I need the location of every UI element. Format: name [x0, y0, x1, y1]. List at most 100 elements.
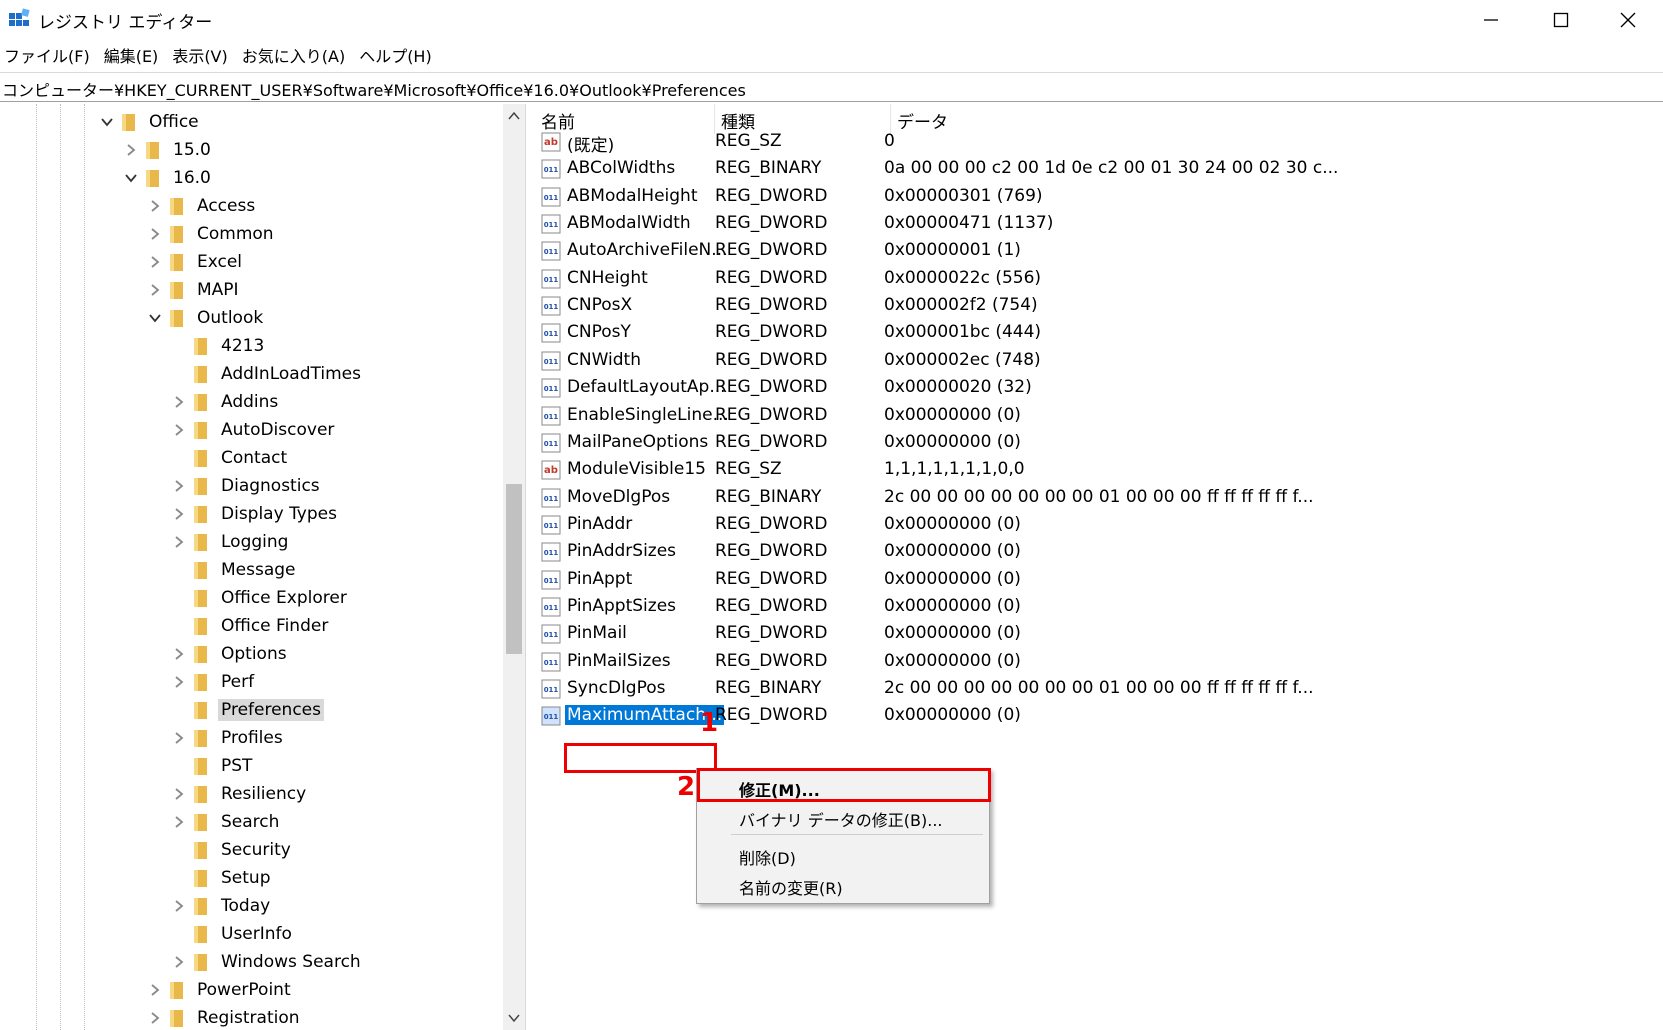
- value-row[interactable]: 011 CNWidth REG_DWORD 0x000002ec (748): [535, 347, 1663, 376]
- tree-item-office-explorer[interactable]: Office Explorer: [171, 584, 350, 612]
- chevron-right-icon[interactable]: [171, 730, 187, 746]
- chevron-right-icon[interactable]: [171, 814, 187, 830]
- tree-item-resiliency[interactable]: Resiliency: [171, 780, 309, 808]
- value-row[interactable]: 011 CNPosY REG_DWORD 0x000001bc (444): [535, 319, 1663, 348]
- chevron-right-icon[interactable]: [147, 254, 163, 270]
- menu-item-rename[interactable]: 名前の変更(R): [739, 875, 843, 899]
- value-row[interactable]: 011 ABColWidths REG_BINARY 0a 00 00 00 c2 0…: [535, 155, 1663, 184]
- chevron-right-icon[interactable]: [171, 786, 187, 802]
- menu-help[interactable]: ヘルプ(H): [359, 43, 432, 67]
- chevron-right-icon[interactable]: [171, 478, 187, 494]
- tree-item-search[interactable]: Search: [171, 808, 282, 836]
- value-row[interactable]: 011 PinMail REG_DWORD 0x00000000 (0): [535, 620, 1663, 649]
- value-row[interactable]: 011 MailPaneOptions REG_DWORD 0x00000000 (0…: [535, 429, 1663, 458]
- menu-item-modify-binary[interactable]: バイナリ データの修正(B)...: [739, 807, 943, 831]
- tree-item-access[interactable]: Access: [147, 192, 258, 220]
- value-row[interactable]: 011 ABModalWidth REG_DWORD 0x00000471 (1137…: [535, 210, 1663, 239]
- chevron-right-icon[interactable]: [147, 198, 163, 214]
- chevron-right-icon[interactable]: [171, 674, 187, 690]
- tree-item-registration[interactable]: Registration: [147, 1004, 303, 1030]
- chevron-right-icon[interactable]: [171, 898, 187, 914]
- tree-item-windows-search[interactable]: Windows Search: [171, 948, 364, 976]
- tree-item-outlook[interactable]: Outlook: [147, 304, 266, 332]
- value-row[interactable]: 011 CNHeight REG_DWORD 0x0000022c (556): [535, 265, 1663, 294]
- chevron-right-icon[interactable]: [147, 982, 163, 998]
- value-row[interactable]: 011 ABModalHeight REG_DWORD 0x00000301 (769…: [535, 183, 1663, 212]
- tree-item-common[interactable]: Common: [147, 220, 277, 248]
- value-data: 0x00000000 (0): [884, 513, 1021, 534]
- pane-splitter[interactable]: [525, 104, 535, 1030]
- chevron-right-icon[interactable]: [147, 282, 163, 298]
- chevron-right-icon[interactable]: [147, 1010, 163, 1026]
- chevron-right-icon[interactable]: [171, 394, 187, 410]
- value-name: ABModalHeight: [567, 185, 698, 206]
- chevron-right-icon[interactable]: [171, 506, 187, 522]
- minimize-button[interactable]: [1456, 0, 1526, 40]
- tree-item-office[interactable]: Office: [99, 108, 202, 136]
- tree-item-autodiscover[interactable]: AutoDiscover: [171, 416, 337, 444]
- value-row[interactable]: 011 CNPosX REG_DWORD 0x000002f2 (754): [535, 292, 1663, 321]
- value-row[interactable]: 011 EnableSingleLine... REG_DWORD 0x0000000…: [535, 402, 1663, 431]
- value-row[interactable]: 011 SyncDlgPos REG_BINARY 2c 00 00 00 00 00…: [535, 675, 1663, 704]
- value-row[interactable]: 011 PinAppt REG_DWORD 0x00000000 (0): [535, 566, 1663, 595]
- folder-icon: [170, 226, 183, 243]
- value-row[interactable]: ab ModuleVisible15 REG_SZ 1,1,1,1,1,1,1,0,0: [535, 456, 1663, 485]
- chevron-right-icon[interactable]: [147, 226, 163, 242]
- menu-view[interactable]: 表示(V): [172, 43, 227, 67]
- tree-item-preferences[interactable]: Preferences: [171, 696, 324, 724]
- value-row[interactable]: 011 MoveDlgPos REG_BINARY 2c 00 00 00 00 00…: [535, 484, 1663, 513]
- tree-item-office-finder[interactable]: Office Finder: [171, 612, 331, 640]
- title-bar: レジストリ エディター: [0, 0, 1663, 40]
- tree-item-powerpoint[interactable]: PowerPoint: [147, 976, 294, 1004]
- tree-item-setup[interactable]: Setup: [171, 864, 273, 892]
- chevron-down-icon[interactable]: [123, 170, 139, 186]
- chevron-down-icon[interactable]: [99, 114, 115, 130]
- value-row[interactable]: 011 PinAddr REG_DWORD 0x00000000 (0): [535, 511, 1663, 540]
- tree-item-mapi[interactable]: MAPI: [147, 276, 242, 304]
- value-row[interactable]: 011 PinMailSizes REG_DWORD 0x00000000 (0): [535, 648, 1663, 677]
- tree-item-perf[interactable]: Perf: [171, 668, 257, 696]
- scroll-down-icon[interactable]: [506, 1010, 522, 1026]
- tree-item-addinloadtimes[interactable]: AddInLoadTimes: [171, 360, 364, 388]
- chevron-right-icon[interactable]: [171, 534, 187, 550]
- value-row[interactable]: 011 DefaultLayoutAp... REG_DWORD 0x00000020…: [535, 374, 1663, 403]
- svg-text:011: 011: [544, 604, 559, 612]
- tree-item-options[interactable]: Options: [171, 640, 290, 668]
- tree-item-addins[interactable]: Addins: [171, 388, 281, 416]
- address-bar[interactable]: コンピューター¥HKEY_CURRENT_USER¥Software¥Micro…: [0, 72, 1663, 102]
- tree-item-diagnostics[interactable]: Diagnostics: [171, 472, 323, 500]
- tree-item-message[interactable]: Message: [171, 556, 299, 584]
- tree-item-16-0[interactable]: 16.0: [123, 164, 214, 192]
- svg-text:011: 011: [544, 194, 559, 202]
- chevron-right-icon[interactable]: [123, 142, 139, 158]
- value-row[interactable]: 011 PinApptSizes REG_DWORD 0x00000000 (0): [535, 593, 1663, 622]
- tree-scrollbar-thumb[interactable]: [506, 484, 522, 654]
- menu-file[interactable]: ファイル(F): [4, 43, 90, 67]
- tree-item-profiles[interactable]: Profiles: [171, 724, 286, 752]
- chevron-right-icon[interactable]: [171, 646, 187, 662]
- value-row[interactable]: ab (既定) REG_SZ 0: [535, 128, 1663, 157]
- scroll-up-icon[interactable]: [506, 108, 522, 124]
- tree-item-today[interactable]: Today: [171, 892, 273, 920]
- tree-item-display-types[interactable]: Display Types: [171, 500, 340, 528]
- tree-item-logging[interactable]: Logging: [171, 528, 291, 556]
- tree-item-userinfo[interactable]: UserInfo: [171, 920, 295, 948]
- tree-item-contact[interactable]: Contact: [171, 444, 290, 472]
- value-row[interactable]: 011 PinAddrSizes REG_DWORD 0x00000000 (0): [535, 538, 1663, 567]
- value-row[interactable]: 011 AutoArchiveFileN... REG_DWORD 0x0000000…: [535, 237, 1663, 266]
- chevron-down-icon[interactable]: [147, 310, 163, 326]
- menu-favorites[interactable]: お気に入り(A): [242, 43, 345, 67]
- tree-item-pst[interactable]: PST: [171, 752, 255, 780]
- maximize-button[interactable]: [1526, 0, 1596, 40]
- chevron-right-icon[interactable]: [171, 422, 187, 438]
- close-button[interactable]: [1593, 0, 1663, 40]
- menu-edit[interactable]: 編集(E): [104, 43, 159, 67]
- tree-item-excel[interactable]: Excel: [147, 248, 245, 276]
- tree-scrollbar[interactable]: [503, 104, 525, 1030]
- tree-item-security[interactable]: Security: [171, 836, 294, 864]
- tree-item-4213[interactable]: 4213: [171, 332, 267, 360]
- chevron-right-icon[interactable]: [171, 954, 187, 970]
- menu-item-delete[interactable]: 削除(D): [739, 845, 796, 869]
- tree-item-15-0[interactable]: 15.0: [123, 136, 214, 164]
- svg-text:011: 011: [544, 166, 559, 174]
